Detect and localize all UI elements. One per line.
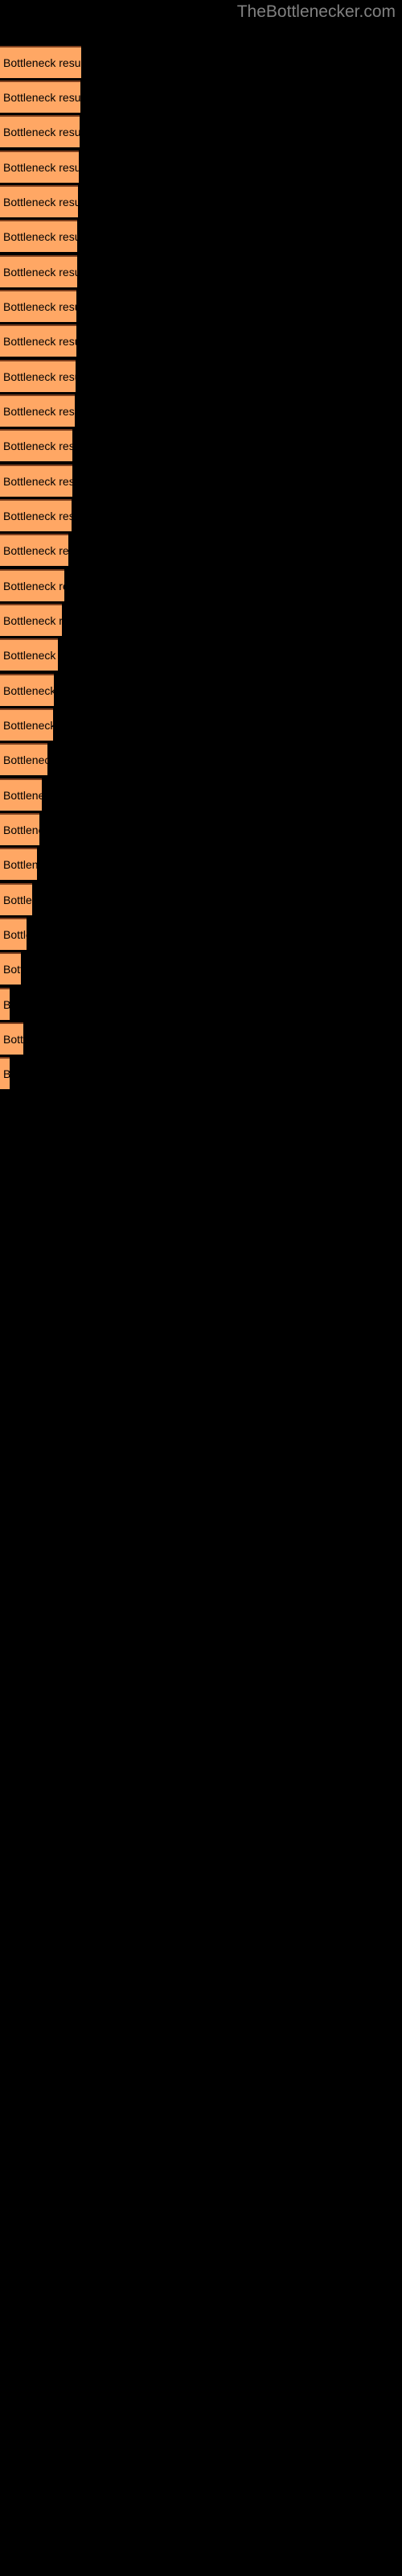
bar-label: Bottleneck result <box>3 928 27 941</box>
bar-label: Bottleneck result <box>3 684 54 697</box>
bar[interactable]: Bottleneck result <box>0 185 78 217</box>
bar[interactable]: Bottleneck result <box>0 638 58 671</box>
bar-row: Bottleneck result <box>0 290 402 322</box>
bar-label: Bottleneck result <box>3 824 39 836</box>
bar-label: Bottleneck result <box>3 91 80 104</box>
bar[interactable]: Bottleneck result <box>0 952 21 985</box>
bar[interactable]: Bottleneck result <box>0 708 53 741</box>
bar[interactable]: Bottleneck result <box>0 674 54 706</box>
bar-row: Bottleneck result <box>0 674 402 706</box>
bar-row: Bottleneck result <box>0 499 402 531</box>
bar-row: Bottleneck result <box>0 813 402 845</box>
bar[interactable]: Bottleneck result <box>0 988 10 1020</box>
bar-row: Bottleneck result <box>0 324 402 357</box>
bar-label: Bottleneck result <box>3 753 47 766</box>
bar-row: Bottleneck result <box>0 80 402 113</box>
bar-label: Bottleneck result <box>3 649 58 662</box>
bar-row: Bottleneck result <box>0 708 402 741</box>
bar-label: Bottleneck result <box>3 196 78 208</box>
bar[interactable]: Bottleneck result <box>0 883 32 915</box>
bar[interactable]: Bottleneck result <box>0 743 47 775</box>
bar[interactable]: Bottleneck result <box>0 778 42 811</box>
bottleneck-bar-chart: Bottleneck result Bottleneck result Bottle… <box>0 0 402 2576</box>
bar-label: Bottleneck result <box>3 370 76 383</box>
bar-label: Bottleneck result <box>3 56 81 69</box>
bar-row: Bottleneck result <box>0 46 402 78</box>
bar-label: Bottleneck result <box>3 405 75 418</box>
bar-label: Bottleneck result <box>3 580 64 592</box>
bar-label: Bottleneck result <box>3 998 10 1011</box>
bar-row: Bottleneck result <box>0 1022 402 1055</box>
bar[interactable]: Bottleneck result <box>0 464 72 497</box>
bar-label: Bottleneck result <box>3 858 37 871</box>
bar-row: Bottleneck result <box>0 638 402 671</box>
bar-row: Bottleneck result <box>0 429 402 461</box>
bar-label: Bottleneck result <box>3 266 77 279</box>
bar-label: Bottleneck result <box>3 161 79 174</box>
bar[interactable]: Bottleneck result <box>0 813 39 845</box>
bar[interactable]: Bottleneck result <box>0 569 64 601</box>
bar-label: Bottleneck result <box>3 789 42 802</box>
bar-row: Bottleneck result <box>0 743 402 775</box>
bar-row: Bottleneck result <box>0 1057 402 1089</box>
bar-label: Bottleneck result <box>3 230 77 243</box>
bar-row: Bottleneck result <box>0 988 402 1020</box>
bar[interactable]: Bottleneck result <box>0 918 27 950</box>
bar[interactable]: Bottleneck result <box>0 255 77 287</box>
bar-row: Bottleneck result <box>0 394 402 427</box>
bar-label: Bottleneck result <box>3 126 80 138</box>
bar-row: Bottleneck result <box>0 918 402 950</box>
bar[interactable]: Bottleneck result <box>0 360 76 392</box>
bar-label: Bottleneck result <box>3 544 68 557</box>
bar-row: Bottleneck result <box>0 604 402 636</box>
bar[interactable]: Bottleneck result <box>0 1057 10 1089</box>
bar[interactable]: Bottleneck result <box>0 394 75 427</box>
bar-row: Bottleneck result <box>0 952 402 985</box>
bar-label: Bottleneck result <box>3 300 76 313</box>
bar-label: Bottleneck result <box>3 1033 23 1046</box>
bar-row: Bottleneck result <box>0 255 402 287</box>
bar[interactable]: Bottleneck result <box>0 151 79 183</box>
bar[interactable]: Bottleneck result <box>0 80 80 113</box>
bar[interactable]: Bottleneck result <box>0 290 76 322</box>
bar-row: Bottleneck result <box>0 534 402 566</box>
bar-label: Bottleneck result <box>3 1067 10 1080</box>
bar-row: Bottleneck result <box>0 848 402 880</box>
bar-row: Bottleneck result <box>0 115 402 147</box>
bar[interactable]: Bottleneck result <box>0 46 81 78</box>
bar-row: Bottleneck result <box>0 569 402 601</box>
bar-label: Bottleneck result <box>3 335 76 348</box>
bar[interactable]: Bottleneck result <box>0 429 72 461</box>
bar[interactable]: Bottleneck result <box>0 220 77 252</box>
bar[interactable]: Bottleneck result <box>0 848 37 880</box>
bar-row: Bottleneck result <box>0 220 402 252</box>
bar-label: Bottleneck result <box>3 510 72 522</box>
bar-row: Bottleneck result <box>0 883 402 915</box>
bar[interactable]: Bottleneck result <box>0 1022 23 1055</box>
bar[interactable]: Bottleneck result <box>0 604 62 636</box>
bar-label: Bottleneck result <box>3 440 72 452</box>
bar-row: Bottleneck result <box>0 185 402 217</box>
bar[interactable]: Bottleneck result <box>0 115 80 147</box>
bar-row: Bottleneck result <box>0 151 402 183</box>
bar-row: Bottleneck result <box>0 778 402 811</box>
bar-label: Bottleneck result <box>3 963 21 976</box>
bar[interactable]: Bottleneck result <box>0 534 68 566</box>
bar-row: Bottleneck result <box>0 360 402 392</box>
bar-row: Bottleneck result <box>0 464 402 497</box>
bar-label: Bottleneck result <box>3 719 53 732</box>
bar[interactable]: Bottleneck result <box>0 499 72 531</box>
bar[interactable]: Bottleneck result <box>0 324 76 357</box>
bar-label: Bottleneck result <box>3 894 32 906</box>
bar-label: Bottleneck result <box>3 614 62 627</box>
bar-label: Bottleneck result <box>3 475 72 488</box>
